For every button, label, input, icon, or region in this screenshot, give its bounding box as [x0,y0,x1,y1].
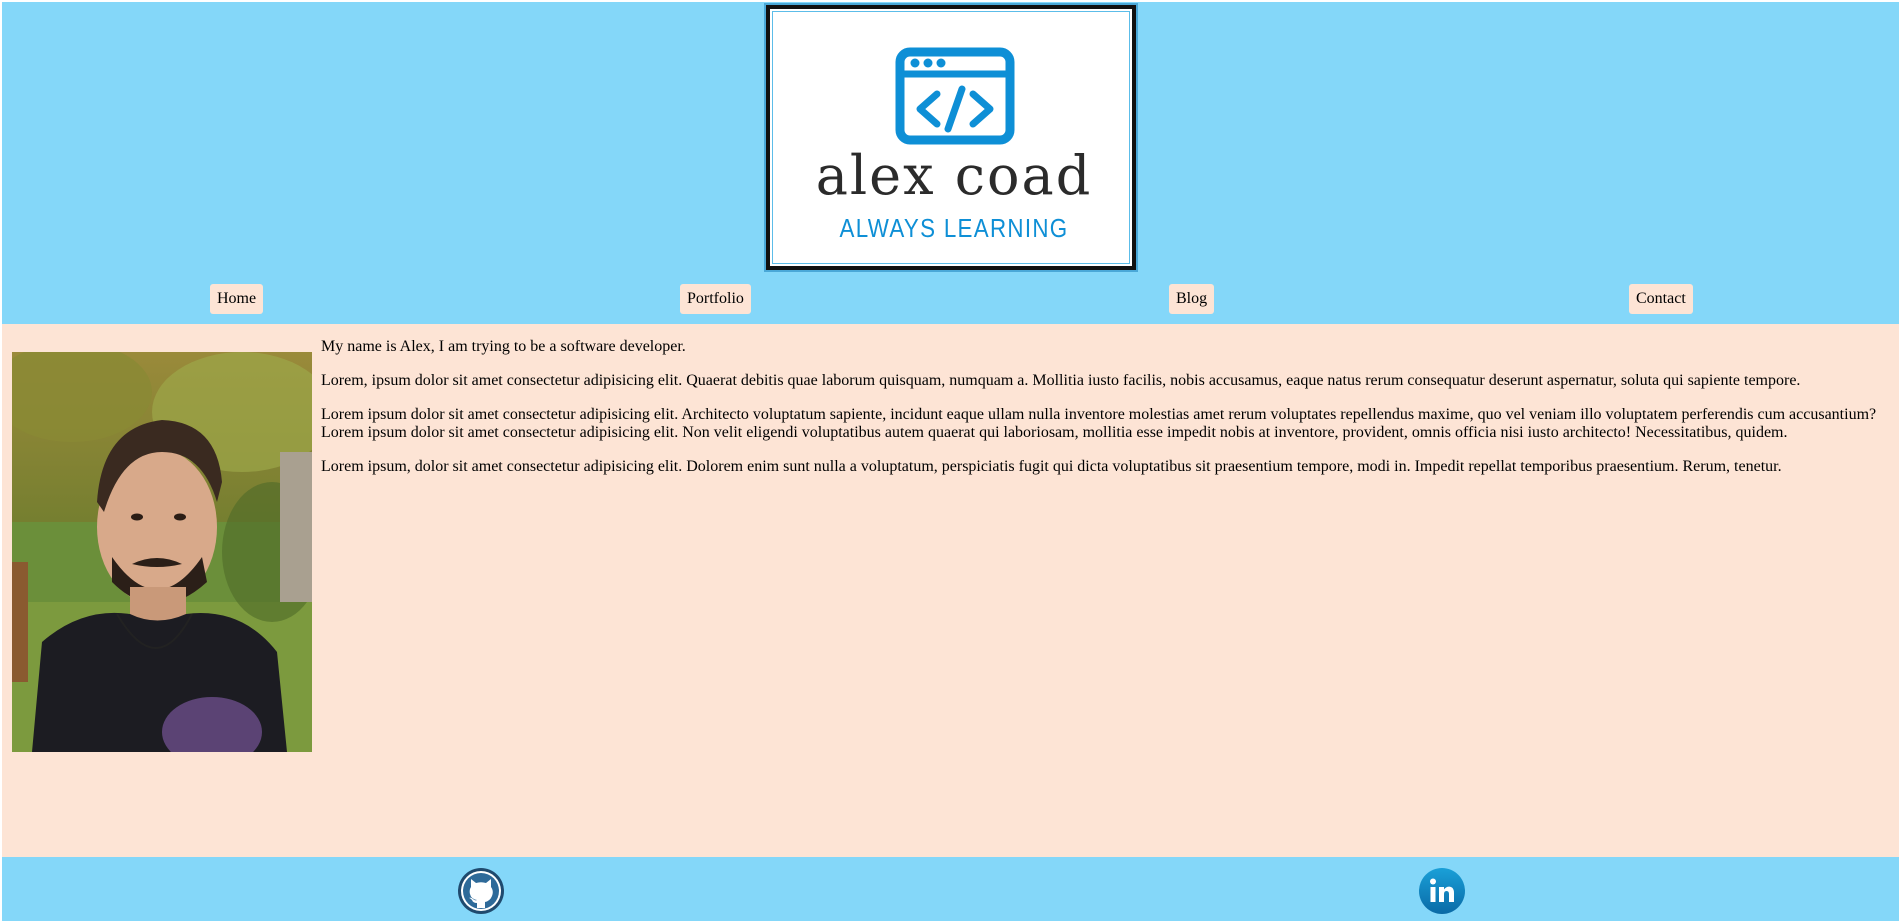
page-frame: alex coad ALWAYS LEARNING Home Portfolio… [2,2,1899,921]
code-window-icon [895,47,1015,145]
nav-contact[interactable]: Contact [1629,284,1693,314]
nav-portfolio[interactable]: Portfolio [680,284,751,314]
github-icon [458,868,504,914]
body-paragraph-1: Lorem, ipsum dolor sit amet consectetur … [321,372,1801,389]
body-paragraph-3: Lorem ipsum, dolor sit amet consectetur … [321,458,1782,475]
profile-photo [12,352,312,752]
linkedin-icon [1419,868,1465,914]
github-link[interactable] [457,867,505,915]
site-header: alex coad ALWAYS LEARNING Home Portfolio… [2,2,1899,324]
site-footer [2,857,1899,921]
main-content: My name is Alex, I am trying to be a sof… [2,324,1899,857]
logo-name: alex coad [815,144,1093,207]
logo-inner-border: alex coad ALWAYS LEARNING [772,11,1130,264]
body-paragraph-2: Lorem ipsum dolor sit amet consectetur a… [321,406,1877,441]
linkedin-link[interactable] [1418,867,1466,915]
nav-home[interactable]: Home [210,284,264,314]
site-logo[interactable]: alex coad ALWAYS LEARNING [764,3,1138,272]
logo-tagline: ALWAYS LEARNING [839,213,1069,243]
nav-blog[interactable]: Blog [1169,284,1215,314]
about-text: My name is Alex, I am trying to be a sof… [321,338,1893,492]
intro-paragraph: My name is Alex, I am trying to be a sof… [321,338,686,355]
